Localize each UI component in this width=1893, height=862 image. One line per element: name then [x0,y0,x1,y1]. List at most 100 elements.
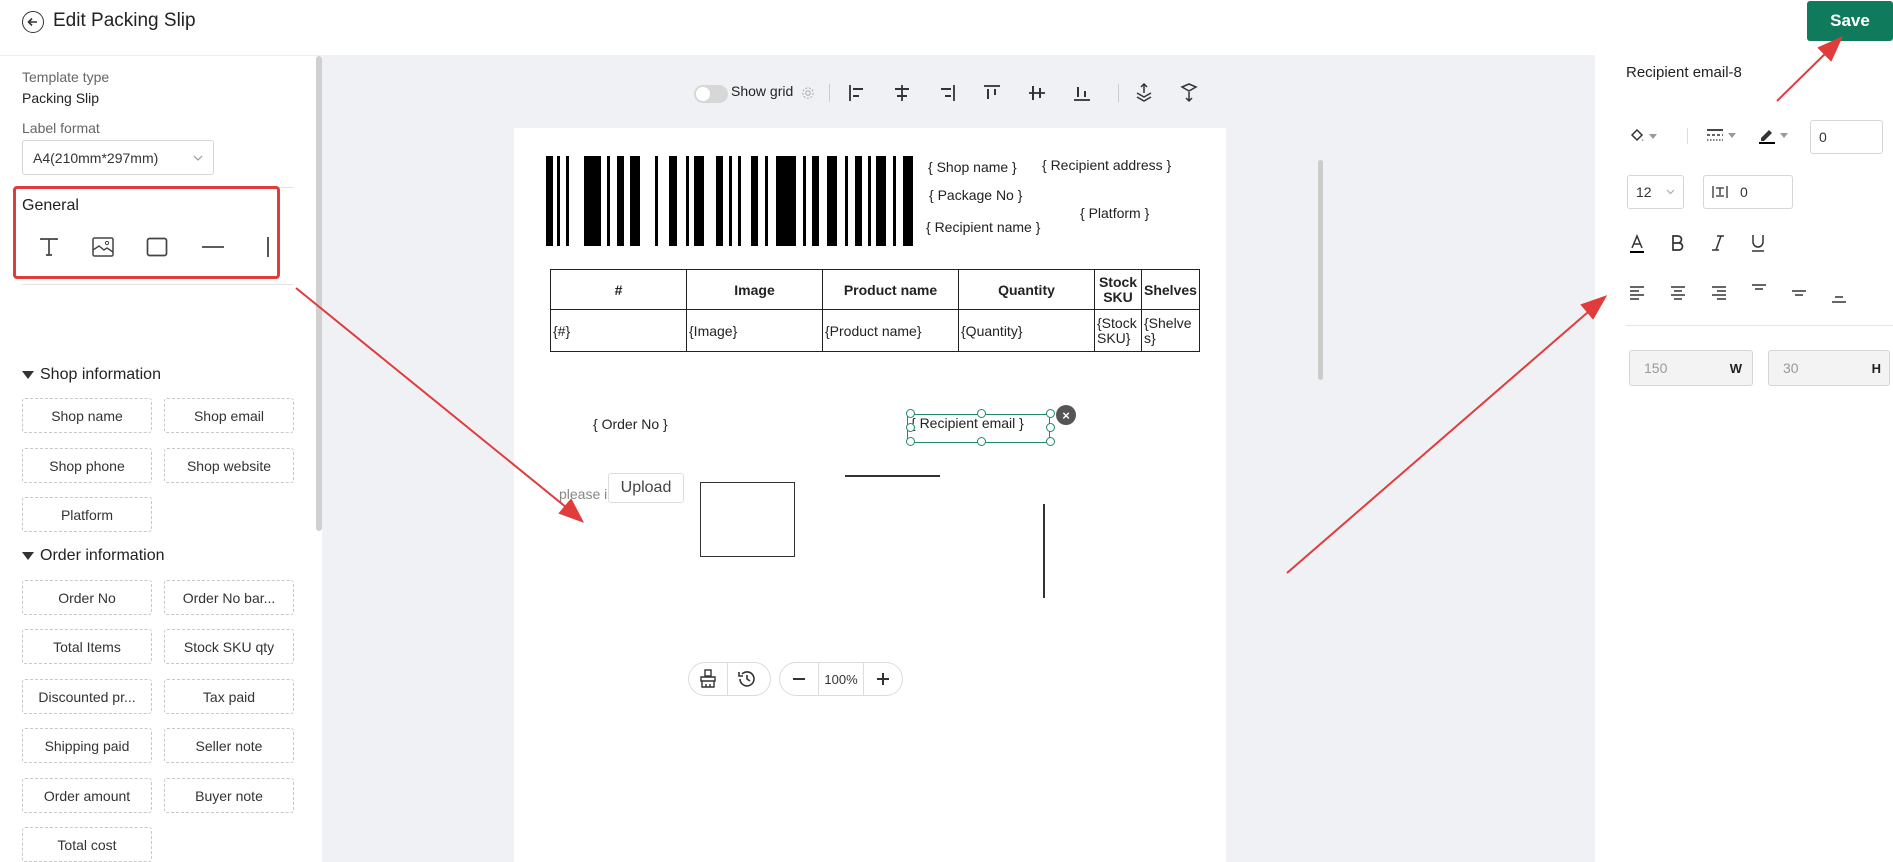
upload-button[interactable]: Upload [608,473,684,503]
width-unit: W [1729,360,1742,376]
border-style-icon[interactable] [1706,128,1736,142]
chip-platform[interactable]: Platform [22,497,152,532]
fill-bucket-icon[interactable] [1629,128,1657,144]
label-format-value: A4(210mm*297mm) [33,149,159,166]
template-type-value: Packing Slip [22,90,100,106]
field-recipient-name[interactable]: { Recipient name } [926,219,1040,235]
field-recipient-address[interactable]: { Recipient address } [1042,157,1171,173]
text-tool-icon[interactable] [34,232,64,262]
resize-handle[interactable] [977,409,986,418]
horizontal-line-element[interactable] [845,475,940,477]
chip-shop-name[interactable]: Shop name [22,398,152,433]
zoom-controls: 100% [779,662,903,696]
chip-discounted-price[interactable]: Discounted pr... [22,679,152,714]
general-title: General [22,197,79,214]
align-center-horizontal-icon[interactable] [888,79,916,107]
rectangle-tool-icon[interactable] [142,232,172,262]
align-bottom-icon[interactable] [1068,79,1096,107]
font-size-value: 12 [1636,184,1652,200]
align-right-icon[interactable] [933,79,961,107]
font-color-icon[interactable] [1629,234,1645,254]
field-package-no[interactable]: { Package No } [929,187,1022,203]
canvas-scrollbar[interactable] [1318,160,1323,380]
letter-spacing-input[interactable]: 0 [1703,175,1793,209]
broom-icon[interactable] [689,663,727,695]
text-align-right-icon[interactable] [1711,286,1727,300]
chip-tax-paid[interactable]: Tax paid [164,679,294,714]
label-format-label: Label format [22,120,100,136]
chip-order-no[interactable]: Order No [22,580,152,615]
align-middle-vertical-icon[interactable] [1023,79,1051,107]
resize-handle[interactable] [977,437,986,446]
send-backward-icon[interactable] [1175,79,1203,107]
shop-information-title: Shop information [40,366,161,383]
resize-handle[interactable] [1046,437,1055,446]
label-format-select[interactable]: A4(210mm*297mm) [22,140,214,175]
horizontal-line-tool-icon[interactable] [198,232,228,262]
settings-icon[interactable] [794,79,822,107]
plus-icon[interactable] [864,663,902,695]
chip-order-amount[interactable]: Order amount [22,778,152,813]
resize-handle[interactable] [1046,423,1055,432]
pen-color-icon[interactable] [1758,126,1788,144]
chip-shop-email[interactable]: Shop email [164,398,294,433]
table-cell: {Quantity} [958,309,1095,352]
chip-seller-note[interactable]: Seller note [164,728,294,763]
order-information-section[interactable]: Order information [22,547,165,565]
letter-spacing-icon [1712,186,1728,198]
history-icon[interactable] [728,663,766,695]
text-align-center-icon[interactable] [1670,286,1686,300]
height-input[interactable]: 30 H [1768,350,1890,386]
page-title: Edit Packing Slip [53,10,196,31]
show-grid-toggle[interactable] [694,85,728,103]
resize-handle[interactable] [906,409,915,418]
chip-shop-phone[interactable]: Shop phone [22,448,152,483]
text-align-left-icon[interactable] [1629,286,1645,300]
field-platform[interactable]: { Platform } [1080,205,1149,221]
close-icon[interactable]: × [1056,405,1076,425]
resize-handle[interactable] [1046,409,1055,418]
font-size-select[interactable]: 12 [1627,175,1684,209]
table-cell: {#} [550,309,687,352]
align-top-icon[interactable] [978,79,1006,107]
chip-order-no-barcode[interactable]: Order No bar... [164,580,294,615]
save-button[interactable]: Save [1807,1,1893,41]
chip-stock-sku-qty[interactable]: Stock SKU qty [164,629,294,664]
table-cell: {Shelves} [1141,309,1200,352]
align-left-icon[interactable] [843,79,871,107]
valign-top-icon[interactable] [1751,284,1767,298]
toolbar-divider [829,84,830,102]
chip-total-items[interactable]: Total Items [22,629,152,664]
caret-down-icon [22,552,34,560]
width-input[interactable]: 150 W [1629,350,1753,386]
barcode-element[interactable] [546,156,914,246]
vertical-line-tool-icon[interactable] [253,232,283,262]
valign-middle-icon[interactable] [1791,286,1807,300]
divider [1626,325,1893,326]
minus-icon[interactable] [780,663,818,695]
arrow-left-icon[interactable] [22,11,44,33]
image-tool-icon[interactable] [88,232,118,262]
shop-information-section[interactable]: Shop information [22,366,161,384]
bold-icon[interactable] [1670,234,1684,252]
zoom-level: 100% [818,662,864,696]
italic-icon[interactable] [1711,234,1725,252]
rectangle-element[interactable] [700,482,795,557]
product-table[interactable]: # Image Product name Quantity Stock SKU … [550,269,1200,352]
field-shop-name[interactable]: { Shop name } [928,159,1017,175]
bring-forward-icon[interactable] [1130,79,1158,107]
canvas-tools-group [688,662,771,696]
resize-handle[interactable] [906,423,915,432]
chip-shipping-paid[interactable]: Shipping paid [22,728,152,763]
field-order-no[interactable]: { Order No } [593,416,668,432]
chip-shop-website[interactable]: Shop website [164,448,294,483]
underline-icon[interactable] [1751,234,1765,252]
resize-handle[interactable] [906,437,915,446]
border-width-input[interactable]: 0 [1810,120,1883,154]
table-header: Shelves [1141,269,1200,310]
chip-total-cost[interactable]: Total cost [22,827,152,862]
vertical-line-element[interactable] [1043,504,1045,598]
table-row: {#} {Image} {Product name} {Quantity} {S… [550,309,1200,352]
valign-bottom-icon[interactable] [1831,290,1847,304]
chip-buyer-note[interactable]: Buyer note [164,778,294,813]
